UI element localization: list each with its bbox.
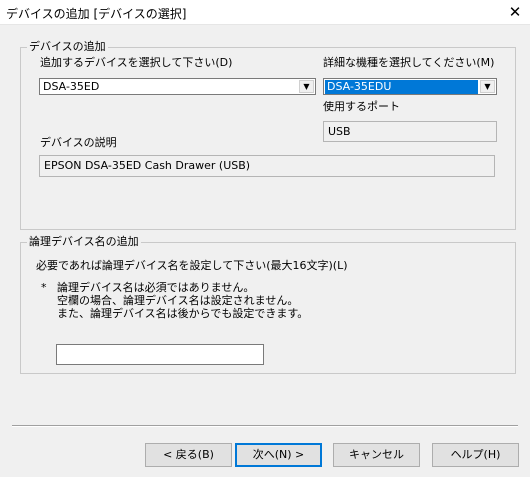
model-combobox[interactable]: DSA-35EDU ▼ (323, 78, 497, 95)
port-field: USB (323, 121, 497, 142)
description-field: EPSON DSA-35ED Cash Drawer (USB) (39, 155, 495, 177)
window-title: デバイスの追加 [デバイスの選択] (6, 7, 187, 21)
model-select-label: 詳細な機種を選択してください(M) (323, 56, 495, 69)
next-button[interactable]: 次へ(N) > (235, 443, 322, 467)
close-icon[interactable]: ✕ (500, 0, 530, 24)
note-line-2: 空欄の場合、論理デバイス名は設定されません。 (57, 294, 299, 307)
logical-name-instruction: 必要であれば論理デバイス名を設定して下さい(最大16文字)(L) (36, 259, 348, 272)
port-value: USB (328, 125, 351, 138)
note-line-1: 論理デバイス名は必須ではありません。 (57, 281, 255, 294)
add-device-group-title: デバイスの追加 (27, 40, 108, 54)
help-button[interactable]: ヘルプ(H) (432, 443, 519, 467)
model-combobox-value: DSA-35EDU (325, 80, 478, 94)
title-bar: デバイスの追加 [デバイスの選択] ✕ (0, 0, 530, 25)
device-combobox[interactable]: DSA-35ED ▼ (39, 78, 316, 95)
description-label: デバイスの説明 (40, 136, 117, 149)
cancel-button[interactable]: キャンセル (333, 443, 420, 467)
note-asterisk: * (41, 281, 47, 294)
note-line-3: また、論理デバイス名は後からでも設定できます。 (57, 307, 309, 320)
description-value: EPSON DSA-35ED Cash Drawer (USB) (44, 159, 251, 172)
footer-separator (12, 425, 518, 427)
chevron-down-icon[interactable]: ▼ (299, 80, 314, 93)
device-combobox-value: DSA-35ED (43, 80, 100, 93)
logical-name-input[interactable] (56, 344, 264, 365)
port-label: 使用するポート (323, 100, 400, 113)
back-button[interactable]: < 戻る(B) (145, 443, 232, 467)
device-select-label: 追加するデバイスを選択して下さい(D) (40, 56, 233, 69)
logical-name-group-title: 論理デバイス名の追加 (27, 235, 141, 249)
chevron-down-icon[interactable]: ▼ (480, 80, 495, 93)
